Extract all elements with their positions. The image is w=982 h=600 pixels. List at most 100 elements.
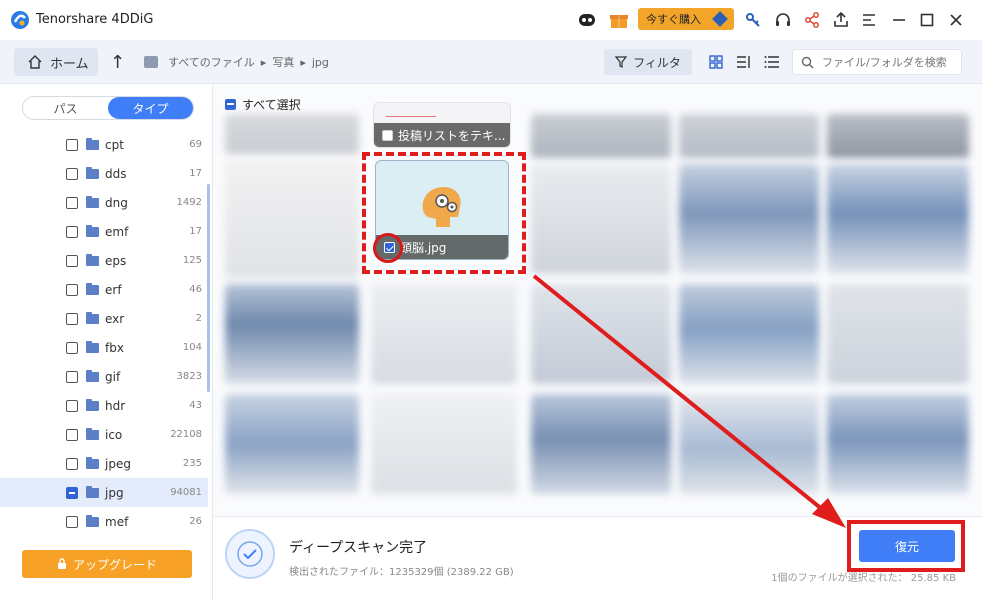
type-row-dng[interactable]: dng 1492 bbox=[0, 188, 208, 217]
minimize-icon[interactable] bbox=[888, 9, 910, 31]
upgrade-button[interactable]: アップグレード bbox=[22, 550, 192, 578]
list-view-icon[interactable] bbox=[762, 52, 782, 72]
type-row-ico[interactable]: ico 22108 bbox=[0, 420, 208, 449]
filter-button[interactable]: フィルタ bbox=[604, 49, 692, 75]
search-input[interactable] bbox=[822, 55, 952, 69]
search-box bbox=[792, 49, 962, 75]
folder-icon bbox=[86, 427, 99, 440]
select-all[interactable]: すべて選択 bbox=[225, 96, 301, 113]
diamond-icon bbox=[712, 11, 728, 27]
type-row-gif[interactable]: gif 3823 bbox=[0, 362, 208, 391]
buy-now-button[interactable]: 今すぐ購入 bbox=[638, 8, 734, 30]
key-icon[interactable] bbox=[742, 9, 764, 31]
home-button[interactable]: ホーム bbox=[14, 48, 98, 76]
file-thumbnail[interactable] bbox=[371, 284, 517, 384]
thumbnail-checkbox[interactable] bbox=[382, 129, 393, 141]
folder-icon bbox=[86, 253, 99, 266]
type-row-dds[interactable]: dds 17 bbox=[0, 159, 208, 188]
type-row-eps[interactable]: eps 125 bbox=[0, 246, 208, 275]
thumbnail-caption: 投稿リストをテキ... bbox=[374, 123, 510, 147]
robot-icon[interactable] bbox=[576, 9, 598, 31]
detail-view-icon[interactable] bbox=[734, 52, 754, 72]
type-count: 22108 bbox=[170, 429, 202, 440]
file-thumbnail[interactable] bbox=[531, 284, 671, 384]
file-grid: すべて選択 投稿リストをテキ... 頭脳.jpg bbox=[213, 84, 982, 516]
type-name: dds bbox=[105, 166, 127, 181]
file-thumbnail[interactable] bbox=[679, 394, 819, 494]
folder-icon bbox=[86, 369, 99, 382]
type-row-erf[interactable]: erf 46 bbox=[0, 275, 208, 304]
type-count: 1492 bbox=[176, 197, 202, 208]
type-name: fbx bbox=[105, 340, 124, 355]
type-row-jpg[interactable]: jpg 94081 bbox=[0, 478, 208, 507]
file-thumbnail[interactable] bbox=[679, 284, 819, 384]
type-count: 43 bbox=[189, 400, 202, 411]
file-thumbnail[interactable] bbox=[827, 394, 969, 494]
share-icon[interactable] bbox=[801, 9, 823, 31]
file-thumbnail[interactable] bbox=[827, 284, 969, 384]
file-type-list: cpt 69 dds 17 dng 1492 emf 17 eps 125 erf 46 e… bbox=[0, 130, 208, 536]
checkbox[interactable] bbox=[66, 312, 78, 325]
checkbox[interactable] bbox=[66, 341, 78, 354]
file-thumbnail[interactable]: 投稿リストをテキ... bbox=[373, 102, 511, 148]
type-count: 3823 bbox=[176, 371, 202, 382]
file-thumbnail[interactable] bbox=[225, 160, 359, 278]
type-row-emf[interactable]: emf 17 bbox=[0, 217, 208, 246]
checkbox[interactable] bbox=[66, 370, 78, 383]
type-name: exr bbox=[105, 311, 125, 326]
maximize-icon[interactable] bbox=[916, 9, 938, 31]
breadcrumb-item[interactable]: すべてのファイル bbox=[168, 54, 255, 70]
type-row-exr[interactable]: exr 2 bbox=[0, 304, 208, 333]
file-thumbnail[interactable] bbox=[531, 164, 671, 274]
select-all-checkbox[interactable] bbox=[225, 99, 236, 110]
type-count: 69 bbox=[189, 139, 202, 150]
checkbox[interactable] bbox=[66, 486, 78, 499]
type-row-fbx[interactable]: fbx 104 bbox=[0, 333, 208, 362]
tab-path[interactable]: パス bbox=[23, 97, 108, 119]
type-row-mef[interactable]: mef 26 bbox=[0, 507, 208, 536]
checkbox[interactable] bbox=[66, 225, 78, 238]
upgrade-label: アップグレード bbox=[72, 557, 157, 572]
breadcrumb-item[interactable]: jpg bbox=[312, 56, 329, 69]
file-thumbnail[interactable] bbox=[827, 164, 969, 274]
type-name: jpeg bbox=[105, 456, 131, 471]
highlight-checkbox-circle bbox=[373, 233, 403, 263]
headset-icon[interactable] bbox=[772, 9, 794, 31]
file-thumbnail[interactable] bbox=[531, 114, 671, 158]
breadcrumb-item[interactable]: 写真 bbox=[272, 54, 294, 70]
checkbox[interactable] bbox=[66, 254, 78, 267]
checkbox[interactable] bbox=[66, 399, 78, 412]
file-thumbnail[interactable] bbox=[225, 284, 359, 384]
type-row-jpeg[interactable]: jpeg 235 bbox=[0, 449, 208, 478]
filter-icon bbox=[615, 56, 628, 68]
type-row-cpt[interactable]: cpt 69 bbox=[0, 130, 208, 159]
file-thumbnail[interactable] bbox=[827, 114, 969, 158]
file-thumbnail[interactable] bbox=[531, 394, 671, 494]
menu-icon[interactable] bbox=[858, 9, 880, 31]
checkbox[interactable] bbox=[66, 167, 78, 180]
gift-icon[interactable] bbox=[608, 9, 630, 31]
type-row-hdr[interactable]: hdr 43 bbox=[0, 391, 208, 420]
close-icon[interactable] bbox=[945, 9, 967, 31]
file-thumbnail[interactable] bbox=[225, 114, 359, 154]
file-thumbnail[interactable] bbox=[225, 394, 359, 494]
sidebar-scrollbar[interactable] bbox=[207, 184, 210, 392]
checkbox[interactable] bbox=[66, 196, 78, 209]
grid-view-icon[interactable] bbox=[706, 52, 726, 72]
checkbox[interactable] bbox=[66, 515, 78, 528]
breadcrumb: すべてのファイル ▸ 写真 ▸ jpg bbox=[144, 54, 329, 70]
checkbox[interactable] bbox=[66, 457, 78, 470]
navigation-bar: ホーム ↑ すべてのファイル ▸ 写真 ▸ jpg フィルタ bbox=[0, 40, 982, 84]
checkbox[interactable] bbox=[66, 428, 78, 441]
tab-type[interactable]: タイプ bbox=[108, 97, 193, 119]
type-name: ico bbox=[105, 427, 123, 442]
file-thumbnail[interactable] bbox=[371, 394, 517, 494]
file-thumbnail[interactable] bbox=[679, 164, 819, 274]
checkbox[interactable] bbox=[66, 283, 78, 296]
checkbox[interactable] bbox=[66, 138, 78, 151]
up-arrow-icon[interactable]: ↑ bbox=[110, 52, 125, 73]
search-icon bbox=[801, 56, 814, 68]
export-icon[interactable] bbox=[830, 9, 852, 31]
folder-icon bbox=[86, 137, 99, 150]
file-thumbnail[interactable] bbox=[679, 114, 819, 158]
